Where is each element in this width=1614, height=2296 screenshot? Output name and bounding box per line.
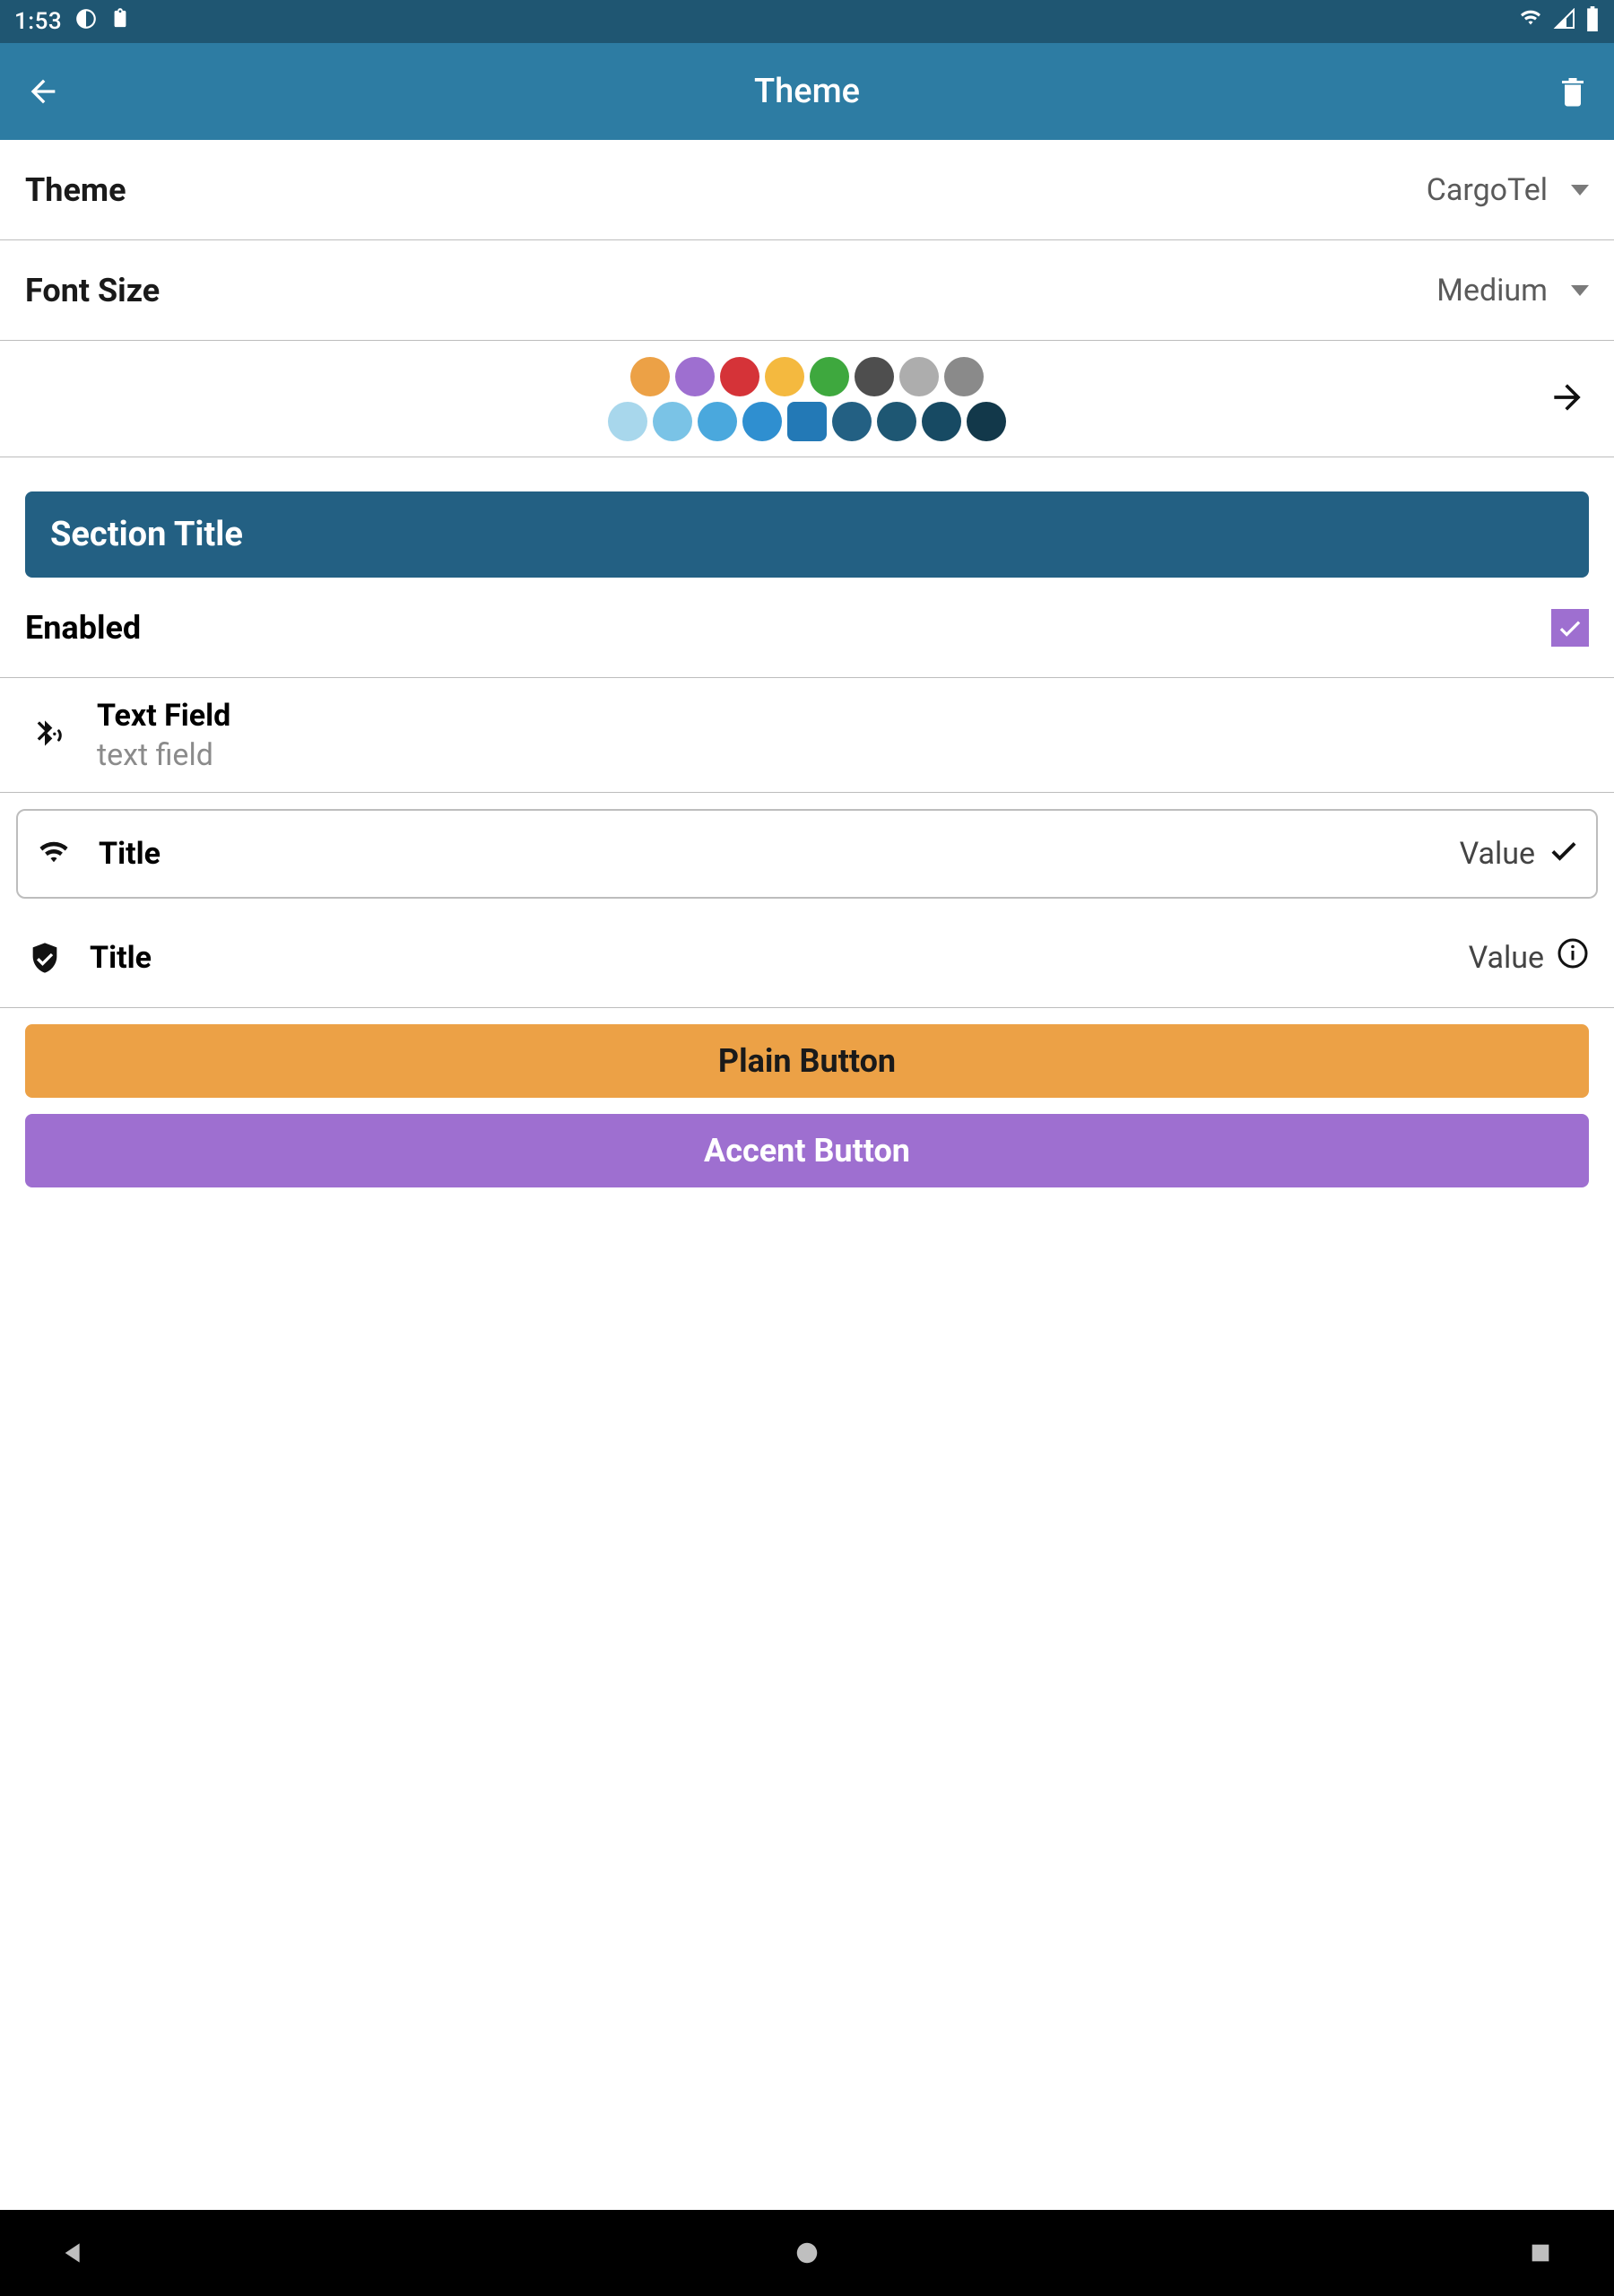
content-area: Theme CargoTel Font Size Medium Section … (0, 140, 1614, 2210)
list-item-title: Title (99, 836, 161, 872)
list-item-value: Value (1469, 940, 1544, 976)
list-item-title: Title (90, 940, 152, 976)
accent-button[interactable]: Accent Button (25, 1114, 1589, 1187)
delete-button[interactable] (1557, 75, 1589, 108)
chevron-down-icon (1571, 285, 1589, 296)
color-swatch-selected[interactable] (787, 402, 827, 441)
color-swatch[interactable] (922, 402, 961, 441)
nav-recent-button[interactable] (1521, 2233, 1560, 2273)
nav-home-button[interactable] (787, 2233, 827, 2273)
theme-value: CargoTel (1427, 172, 1548, 208)
color-swatch[interactable] (944, 357, 984, 396)
enabled-label: Enabled (25, 609, 141, 647)
bluetooth-icon (25, 716, 65, 755)
list-item-value: Value (1460, 836, 1535, 872)
font-size-value: Medium (1436, 273, 1548, 309)
timer-icon (74, 7, 98, 37)
clipboard-icon (110, 7, 130, 37)
status-bar: 1:53 (0, 0, 1614, 43)
color-swatch[interactable] (720, 357, 759, 396)
color-swatch[interactable] (675, 357, 715, 396)
wifi-icon (1517, 8, 1544, 36)
text-field-row[interactable]: Text Field text field (0, 678, 1614, 793)
status-time: 1:53 (14, 8, 62, 35)
font-size-selector[interactable]: Font Size Medium (0, 240, 1614, 341)
chevron-down-icon (1571, 185, 1589, 196)
wifi-icon (34, 839, 74, 869)
page-title: Theme (0, 72, 1614, 111)
text-field-hint: text field (97, 737, 230, 773)
color-swatch[interactable] (698, 402, 737, 441)
color-swatch[interactable] (742, 402, 782, 441)
enabled-checkbox[interactable] (1551, 609, 1589, 647)
color-palette-row[interactable] (0, 341, 1614, 457)
color-swatch[interactable] (608, 402, 647, 441)
battery-icon (1585, 6, 1600, 38)
enabled-toggle-row[interactable]: Enabled (0, 578, 1614, 678)
theme-selector[interactable]: Theme CargoTel (0, 140, 1614, 240)
color-swatch[interactable] (899, 357, 939, 396)
list-item-shield[interactable]: Title Value (0, 908, 1614, 1008)
color-swatch[interactable] (832, 402, 872, 441)
check-icon (1548, 834, 1580, 874)
color-swatch[interactable] (765, 357, 804, 396)
info-icon[interactable] (1557, 937, 1589, 978)
color-swatch[interactable] (653, 402, 692, 441)
plain-button[interactable]: Plain Button (25, 1024, 1589, 1098)
text-field-label: Text Field (97, 698, 230, 734)
nav-back-button[interactable] (54, 2233, 93, 2273)
theme-label: Theme (25, 171, 126, 209)
app-bar: Theme (0, 43, 1614, 140)
color-swatch[interactable] (630, 357, 670, 396)
list-item-outlined[interactable]: Title Value (16, 809, 1598, 899)
font-size-label: Font Size (25, 272, 160, 309)
color-swatch[interactable] (967, 402, 1006, 441)
back-button[interactable] (25, 74, 61, 109)
color-swatch[interactable] (855, 357, 894, 396)
color-swatch[interactable] (877, 402, 916, 441)
color-swatch[interactable] (810, 357, 849, 396)
system-nav-bar (0, 2210, 1614, 2296)
signal-icon (1553, 8, 1576, 36)
section-header: Section Title (25, 491, 1589, 578)
shield-check-icon (25, 938, 65, 978)
arrow-right-icon[interactable] (1548, 378, 1587, 421)
